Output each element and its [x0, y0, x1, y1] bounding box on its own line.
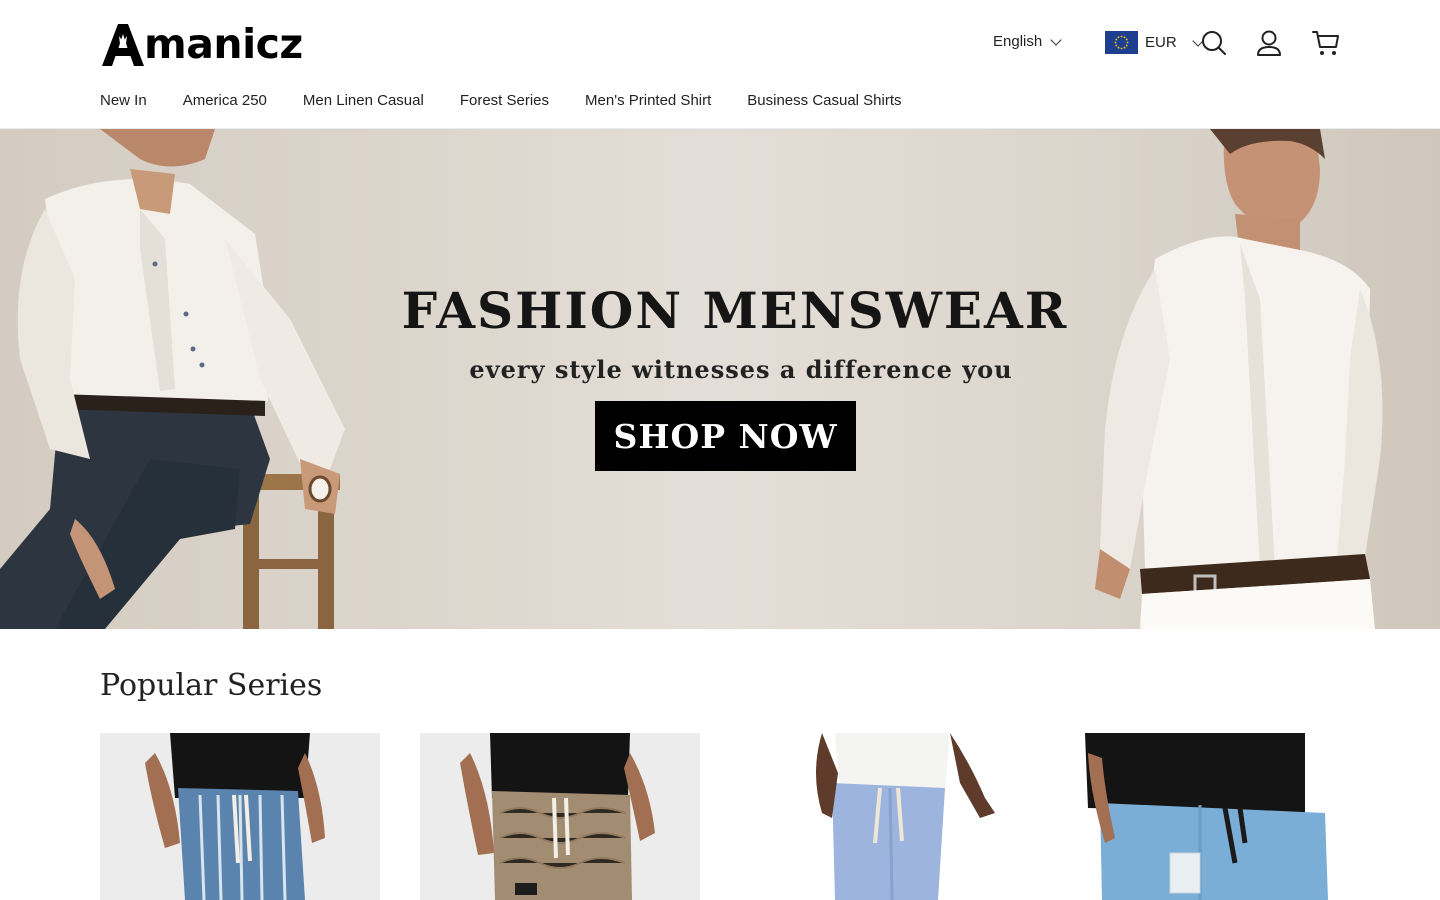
logo-a-glyph: [102, 24, 144, 66]
site-header: manicz English EUR New In America 250 Me…: [0, 0, 1440, 129]
brand-logo[interactable]: manicz: [100, 18, 303, 66]
brand-wordmark: manicz: [144, 20, 303, 68]
search-icon[interactable]: [1199, 28, 1229, 58]
nav-item-men-linen-casual[interactable]: Men Linen Casual: [303, 92, 424, 109]
product-card[interactable]: [420, 733, 700, 900]
product-card[interactable]: [100, 733, 380, 900]
product-card[interactable]: [1060, 733, 1340, 900]
nav-item-business-casual-shirts[interactable]: Business Casual Shirts: [747, 92, 901, 109]
currency-label: EUR: [1145, 34, 1177, 51]
account-icon[interactable]: [1254, 28, 1284, 58]
cart-icon[interactable]: [1311, 28, 1341, 58]
nav-item-america-250[interactable]: America 250: [183, 92, 267, 109]
main-navigation: New In America 250 Men Linen Casual Fore…: [100, 92, 902, 109]
chevron-down-icon: [1050, 33, 1062, 46]
shop-now-button[interactable]: SHOP NOW: [595, 401, 856, 471]
product-image: [100, 733, 380, 900]
eu-flag-icon: [1105, 31, 1138, 54]
language-selector[interactable]: English: [993, 33, 1062, 50]
section-title-popular-series: Popular Series: [100, 668, 323, 703]
currency-selector[interactable]: EUR: [1105, 31, 1204, 54]
hero-title: FASHION MENSWEAR: [401, 281, 1069, 340]
product-image: [740, 733, 1020, 900]
language-label: English: [993, 33, 1043, 50]
product-card[interactable]: [740, 733, 1020, 900]
hero-subtitle: every style witnesses a difference you: [469, 355, 1013, 384]
product-image: [1060, 733, 1340, 900]
hero-banner[interactable]: FASHION MENSWEAR every style witnesses a…: [0, 129, 1440, 629]
nav-item-mens-printed-shirt[interactable]: Men's Printed Shirt: [585, 92, 711, 109]
nav-item-new-in[interactable]: New In: [100, 92, 147, 109]
nav-item-forest-series[interactable]: Forest Series: [460, 92, 549, 109]
product-image: [420, 733, 700, 900]
